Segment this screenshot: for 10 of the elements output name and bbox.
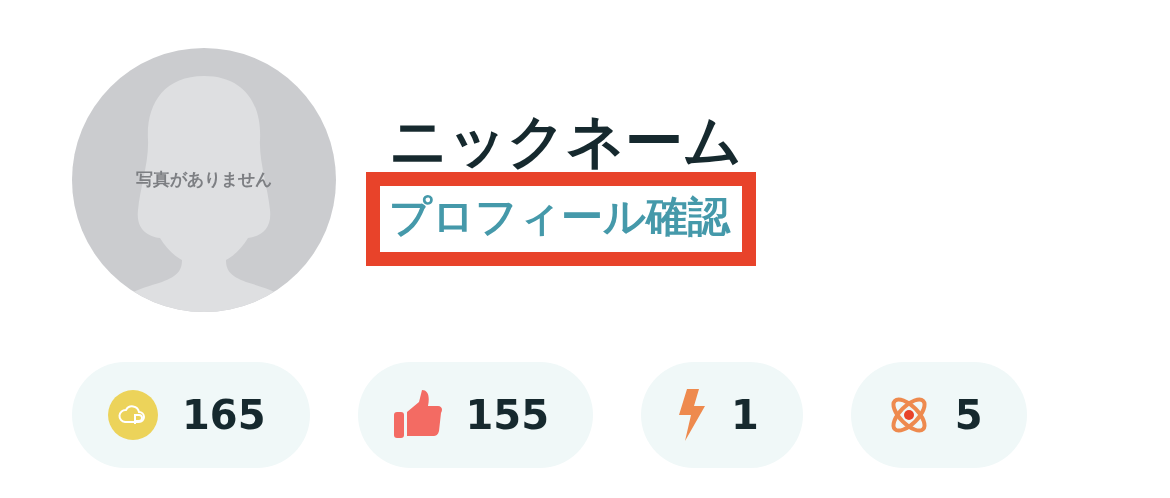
stat-count: 165 bbox=[182, 391, 266, 440]
thumbs-up-icon bbox=[393, 390, 442, 440]
lightning-icon bbox=[677, 389, 707, 441]
stat-count: 1 bbox=[731, 391, 759, 440]
nickname: ニックネーム bbox=[389, 112, 742, 170]
profile-link[interactable]: プロフィール確認 bbox=[389, 192, 730, 241]
stat-count: 5 bbox=[954, 391, 983, 440]
no-photo-text: 写真がありません bbox=[136, 168, 272, 192]
stat-count: 155 bbox=[465, 391, 549, 440]
coin-icon bbox=[108, 390, 158, 440]
